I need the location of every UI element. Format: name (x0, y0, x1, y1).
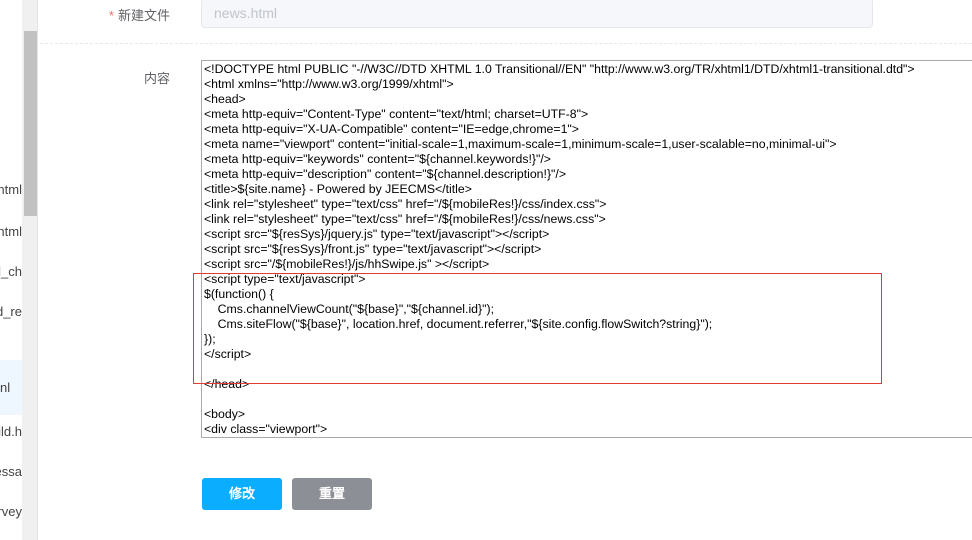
file-list-item[interactable]: ild.h (0, 412, 22, 452)
file-list-item-label: rvey (0, 504, 22, 519)
code-line: </script> (204, 347, 252, 361)
code-line: <script src="/${mobileRes!}/js/hhSwipe.j… (204, 257, 490, 271)
code-line: }); (204, 332, 216, 346)
submit-button[interactable]: 修改 (202, 478, 282, 510)
code-line: <title>${site.name} - Powered by JEECMS<… (204, 182, 472, 196)
file-list-item[interactable]: essa (0, 452, 22, 492)
code-line: <body> (204, 407, 246, 421)
content-textarea[interactable]: <!DOCTYPE html PUBLIC "-//W3C//DTD XHTML… (201, 60, 972, 438)
file-list-item-label: ild.h (0, 424, 22, 439)
code-line: Cms.channelViewCount("${base}","${channe… (204, 302, 494, 316)
reset-button[interactable]: 重置 (292, 478, 372, 510)
code-line: Cms.siteFlow("${base}", location.href, d… (204, 317, 713, 331)
code-line: <meta http-equiv="Content-Type" content=… (204, 107, 589, 121)
file-list-item[interactable]: d.html (0, 170, 22, 210)
required-mark: * (108, 8, 114, 23)
code-line: <!DOCTYPE html PUBLIC "-//W3C//DTD XHTML… (204, 62, 915, 76)
code-line: <meta http-equiv="description" content="… (204, 167, 567, 181)
filename-label-text: 新建文件 (117, 8, 170, 23)
code-line: <meta http-equiv="X-UA-Compatible" conte… (204, 122, 579, 136)
file-list-item-label: nl (0, 380, 11, 395)
code-line: <link rel="stylesheet" type="text/css" h… (204, 197, 607, 211)
file-list-item[interactable]: d_ch (0, 252, 22, 292)
file-list-item-label: d_ch (0, 264, 22, 279)
file-list-item-label: d_re (0, 304, 22, 319)
code-line: <meta name="viewport" content="initial-s… (204, 137, 837, 151)
code-line: <head> (204, 92, 246, 106)
filename-label: * 新建文件 (40, 5, 170, 24)
divider (40, 43, 972, 44)
code-line: <div class="viewport"> (204, 422, 328, 436)
code-line: </head> (204, 377, 250, 391)
code-line: <script type="text/javascript"> (204, 272, 366, 286)
content-label: 内容 (143, 71, 170, 86)
file-list-item-label: essa (0, 464, 22, 479)
code-line: <html xmlns="http://www.w3.org/1999/xhtm… (204, 77, 454, 91)
code-line: <script src="${resSys}/jquery.js" type="… (204, 227, 550, 241)
code-line: <link rel="stylesheet" type="text/css" h… (204, 212, 606, 226)
scrollbar-thumb[interactable] (24, 31, 37, 216)
filename-input[interactable]: news.html (201, 0, 873, 28)
code-line: <meta http-equiv="keywords" content="${c… (204, 152, 551, 166)
code-line: <script src="${resSys}/front.js" type="t… (204, 242, 542, 256)
file-list-item-label: d.html (0, 224, 22, 239)
file-list-item[interactable]: rvey (0, 492, 22, 532)
file-list-sidebar: d.html d.html d_ch d_renl ild.h essa rvey (0, 0, 22, 540)
file-list-item[interactable]: nl (0, 360, 22, 415)
file-list-item[interactable]: d_re (0, 292, 22, 332)
file-list-item[interactable]: d.html (0, 212, 22, 252)
file-list-item-label: d.html (0, 182, 22, 197)
code-line: $(function() { (204, 287, 274, 301)
